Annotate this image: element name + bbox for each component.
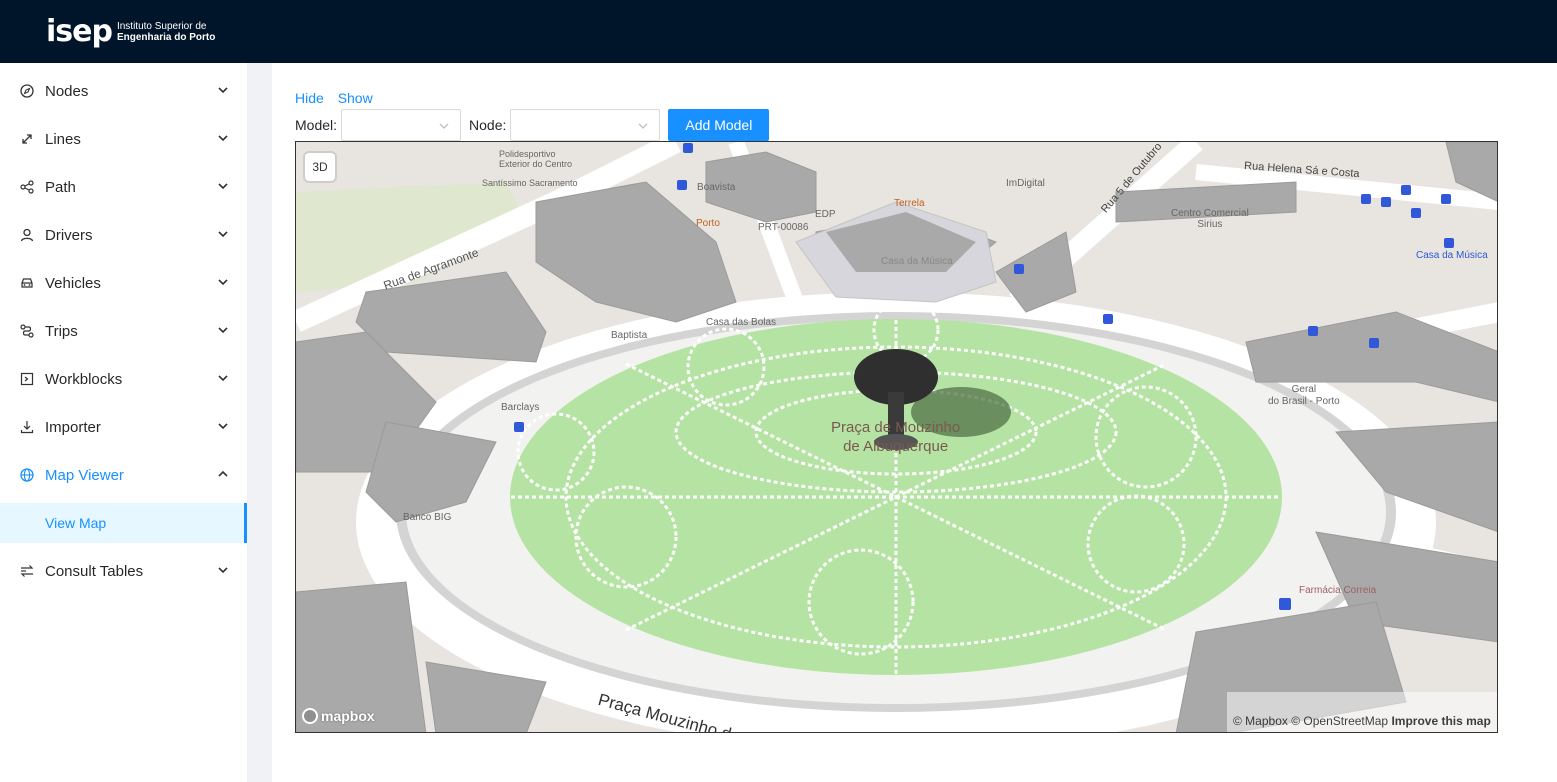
mapbox-mark-icon bbox=[302, 708, 318, 724]
user-icon bbox=[20, 228, 34, 242]
label-polidesportivo: Polidesportivo Exterior do Centro bbox=[499, 149, 572, 169]
chevron-down-icon bbox=[218, 135, 228, 142]
label-square-line2: de Albuquerque bbox=[843, 438, 949, 455]
label-casa-musica: Casa da Música bbox=[1416, 250, 1488, 261]
sidebar-item-trips[interactable]: Trips bbox=[0, 311, 247, 351]
label-centro-comercial: Centro Comercial Sirius bbox=[1171, 208, 1249, 230]
chevron-down-icon bbox=[218, 375, 228, 382]
label-casa-musica-plaza: Casa da Música bbox=[881, 256, 953, 267]
sidebar-subitem-label: View Map bbox=[45, 515, 107, 531]
sidebar-item-label: Trips bbox=[45, 322, 78, 340]
model-label: Model: bbox=[295, 117, 338, 133]
sidebar-item-vehicles[interactable]: Vehicles bbox=[0, 263, 247, 303]
model-select[interactable] bbox=[341, 109, 462, 141]
sidebar-item-label: Workblocks bbox=[45, 370, 123, 388]
attribution-osm-link[interactable]: © OpenStreetMap bbox=[1291, 714, 1388, 728]
label-barclays: Barclays bbox=[501, 402, 540, 413]
chevron-down-icon bbox=[439, 123, 449, 129]
label-brasil-l2: do Brasil - Porto bbox=[1268, 396, 1340, 407]
sidebar-item-path[interactable]: Path bbox=[0, 167, 247, 207]
chevron-down-icon bbox=[218, 567, 228, 574]
model-controls: Model: Node: Add Model bbox=[295, 109, 770, 141]
hide-link[interactable]: Hide bbox=[295, 90, 324, 106]
label-boavista: Boavista bbox=[697, 182, 736, 193]
mapbox-logo[interactable]: mapbox bbox=[302, 708, 375, 724]
logo-subtitle: Instituto Superior de Engenharia do Port… bbox=[117, 21, 215, 43]
isep-logo[interactable]: isep Instituto Superior de Engenharia do… bbox=[46, 14, 215, 50]
code-icon bbox=[20, 372, 34, 386]
label-edp: EDP bbox=[815, 209, 836, 220]
chevron-down-icon bbox=[218, 231, 228, 238]
label-poli-l2: Exterior do Centro bbox=[499, 159, 573, 169]
logo-sub-line2: Engenharia do Porto bbox=[116, 32, 216, 43]
map-canvas[interactable]: Praça de Mouzinho de Albuquerque Praça M… bbox=[295, 141, 1498, 733]
label-square: Praça de Mouzinho de Albuquerque bbox=[831, 418, 960, 456]
sidebar-item-label: Map Viewer bbox=[45, 466, 124, 484]
sidebar-item-drivers[interactable]: Drivers bbox=[0, 215, 247, 255]
sidebar-item-consult-tables[interactable]: Consult Tables bbox=[0, 551, 247, 591]
arrows-expand-icon bbox=[20, 132, 34, 146]
chevron-up-icon bbox=[218, 470, 228, 477]
label-prt: PRT-00086 bbox=[758, 222, 809, 233]
sidebar-item-label: Nodes bbox=[45, 82, 89, 100]
route-icon bbox=[20, 324, 34, 338]
label-poli-l1: Polidesportivo bbox=[499, 149, 556, 159]
label-imdigital: ImDigital bbox=[1006, 178, 1045, 189]
logo-sub-line1: Instituto Superior de bbox=[116, 21, 207, 32]
improve-map-link[interactable]: Improve this map bbox=[1391, 714, 1490, 728]
sidebar: Nodes Lines Path Drivers Vehicles Trips … bbox=[0, 63, 248, 782]
share-icon bbox=[20, 180, 34, 194]
label-square-line1: Praça de Mouzinho bbox=[831, 419, 961, 436]
label-centro-l1: Centro Comercial bbox=[1171, 208, 1249, 219]
chevron-down-icon bbox=[218, 87, 228, 94]
visibility-links: Hide Show bbox=[295, 90, 383, 106]
sidebar-item-label: Vehicles bbox=[45, 274, 101, 292]
chevron-down-icon bbox=[218, 327, 228, 334]
download-icon bbox=[20, 420, 34, 434]
compass-icon bbox=[20, 84, 34, 98]
sidebar-item-map-viewer[interactable]: Map Viewer bbox=[0, 455, 247, 495]
sidebar-item-importer[interactable]: Importer bbox=[0, 407, 247, 447]
swap-icon bbox=[20, 564, 34, 578]
3d-toggle-button[interactable]: 3D bbox=[305, 153, 335, 181]
show-link[interactable]: Show bbox=[338, 90, 373, 106]
label-banco-big: Banco BIG bbox=[403, 512, 452, 523]
sidebar-item-label: Drivers bbox=[45, 226, 93, 244]
label-baptista: Baptista bbox=[611, 330, 648, 341]
add-model-button[interactable]: Add Model bbox=[668, 109, 770, 141]
sidebar-item-label: Path bbox=[45, 178, 76, 196]
sidebar-item-lines[interactable]: Lines bbox=[0, 119, 247, 159]
label-casa-bolas: Casa das Bolas bbox=[706, 317, 777, 328]
sidebar-subitem-view-map[interactable]: View Map bbox=[0, 503, 247, 543]
node-label: Node: bbox=[469, 117, 507, 133]
sidebar-item-label: Importer bbox=[45, 418, 101, 436]
sidebar-item-workblocks[interactable]: Workblocks bbox=[0, 359, 247, 399]
chevron-down-icon bbox=[218, 423, 228, 430]
label-terrela: Terrela bbox=[894, 198, 925, 209]
label-santissimo: Santíssimo Sacramento bbox=[482, 178, 578, 188]
sidebar-item-label: Consult Tables bbox=[45, 562, 144, 580]
chevron-down-icon bbox=[218, 183, 228, 190]
globe-icon bbox=[20, 468, 34, 482]
chevron-down-icon bbox=[638, 123, 648, 129]
label-porto: Porto bbox=[696, 218, 720, 229]
logo-mark: isep bbox=[46, 14, 113, 49]
app-header: isep Instituto Superior de Engenharia do… bbox=[0, 0, 1557, 63]
label-banco-brasil: Geral do Brasil - Porto bbox=[1268, 384, 1340, 408]
attribution-mapbox-link[interactable]: © Mapbox bbox=[1233, 714, 1288, 728]
car-icon bbox=[20, 276, 34, 290]
label-centro-l2: Sirius bbox=[1197, 219, 1223, 230]
sidebar-item-nodes[interactable]: Nodes bbox=[0, 71, 247, 111]
chevron-down-icon bbox=[218, 279, 228, 286]
main-content: Hide Show Model: Node: Add Model Praça d… bbox=[272, 63, 1557, 782]
mapbox-logo-text: mapbox bbox=[321, 708, 375, 724]
label-farmacia: Farmácia Correia bbox=[1299, 585, 1377, 596]
label-brasil-l1: Geral bbox=[1291, 384, 1317, 395]
node-select[interactable] bbox=[510, 109, 661, 141]
map-attribution: © Mapbox © OpenStreetMap Improve this ma… bbox=[1227, 692, 1497, 732]
sidebar-item-label: Lines bbox=[45, 130, 81, 148]
